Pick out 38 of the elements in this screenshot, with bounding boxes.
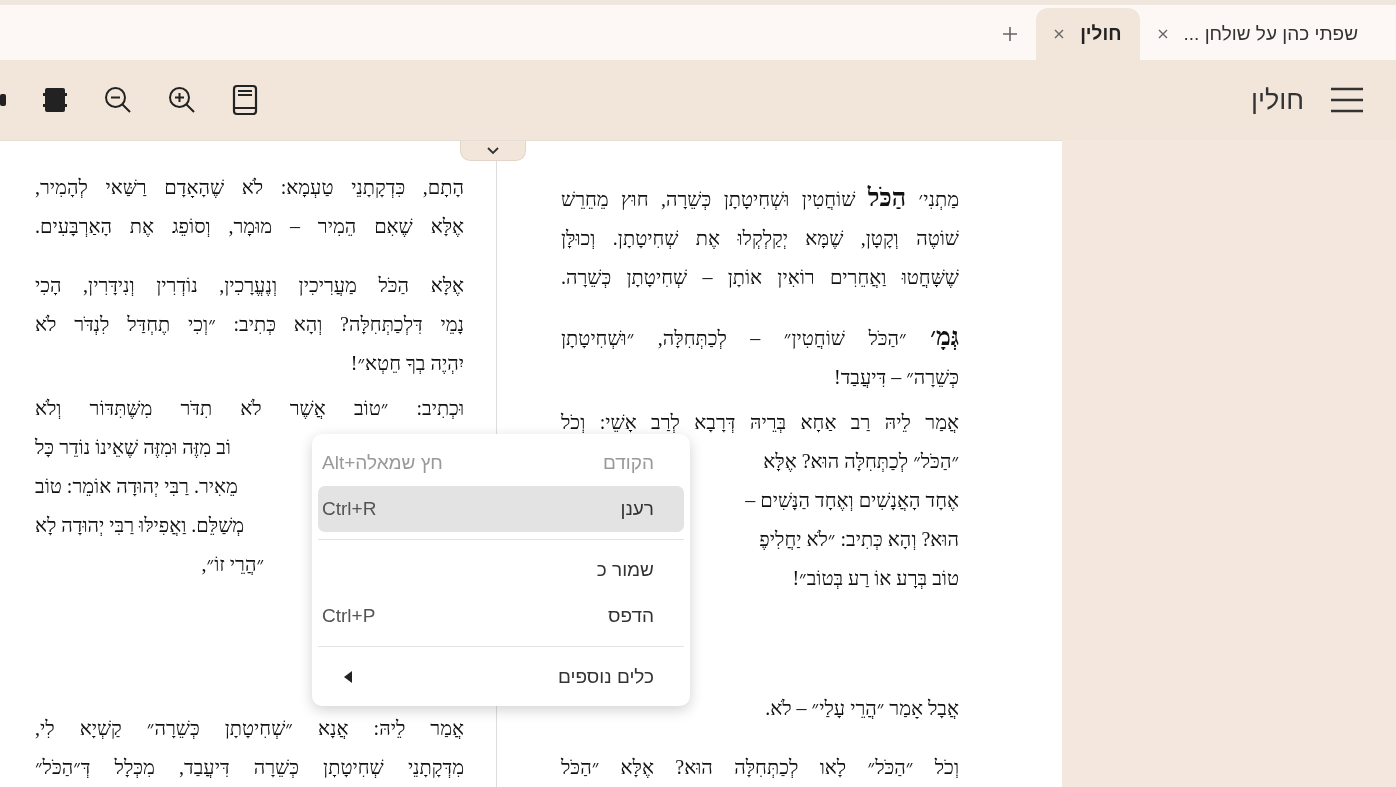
text-line: מִדְּקָתָנֵי שְׁחִיטָתָן כְּשֵׁרָה דִּיעֲבַד, מִכְּלָל דְּ״הַכֹּל״: [35, 755, 464, 780]
menu-item[interactable]: שמור כ: [318, 547, 684, 593]
tab[interactable]: שפתי כהן על שולחן ...: [1139, 8, 1376, 60]
text-line: מֵאִיר. רַבִּי יְהוּדָה אוֹמֵר: טוֹב: [35, 474, 238, 499]
text-line: ״הַכֹּל״ לְכַתְּחִלָּה הוּא? אֶלָּא: [763, 449, 959, 474]
menu-icon[interactable]: [1330, 87, 1364, 113]
collapse-button[interactable]: [460, 141, 526, 161]
document-title: חולין: [1250, 84, 1304, 116]
text-line: הוּא? וְהָא כְּתִיב: ״לֹא יַחֲלִיפֶ: [759, 527, 959, 552]
book-icon[interactable]: [232, 84, 258, 116]
text-line: ״הֲרֵי זוֹ״,: [201, 552, 264, 577]
text-line: גְּמָ׳ ״הַכֹּל שׁוֹחֲטִין״ – לְכַתְּחִלָּה, ״וּשְׁחִיטָתָן: [561, 322, 959, 352]
text-line: הָתָם, כִּדְקָתָנֵי טַעְמָא: לֹא שֶׁהָאָדָם רַשַּׁאי לְהָמִיר,: [35, 175, 464, 200]
text-line: אֲמַר לֵיהּ: אֲנָא ״שְׁחִיטָתָן כְּשֵׁרָה״ קַשְׁיָא לִי,: [35, 716, 464, 741]
text-line: אֶלָּא שֶׁאִם הֵמִיר – מוּמָר, וְסוֹפֵג אֶת הָאַרְבָּעִים.: [35, 214, 464, 239]
text-line: טוֹב בְּרָע אוֹ רַע בְּטוֹב״!: [792, 566, 959, 591]
text-line: יִהְיֶה בְךָ חֵטְא״!: [350, 351, 464, 376]
zoom-out-icon[interactable]: [104, 86, 132, 114]
close-icon[interactable]: [1157, 29, 1168, 39]
text-line: אֶחָד הָאֲנָשִׁים וְאֶחָד הַנָּשִׁים –: [745, 488, 959, 513]
text-line: וּכְתִיב: ״טוֹב אֲשֶׁר לֹא תִדֹּר מִשֶּׁתִּדּוֹר וְלֹא: [35, 396, 464, 421]
text-line: אֶלָּא הַכֹּל מַעֲרִיכִין וְנֶעֱרָכִין, נוֹדְרִין וְנִידָּרִין, הָכִי: [35, 273, 464, 298]
text-line: שׁוֹטֶה וְקָטָן, שֶׁמָּא יְקַלְקְלוּ אֶת שְׁחִיטָתָן. וְכוּלָּן: [561, 226, 959, 251]
submenu-arrow-icon: [344, 671, 352, 683]
text-line: נָמֵי דִּלְכַתְּחִלָּה? וְהָא כְּתִיב: ״וְכִי תֶחְדַּל לִנְדֹּר לֹא: [35, 312, 464, 337]
menu-item[interactable]: כלים נוספים: [318, 654, 684, 700]
tab[interactable]: חולין: [1036, 8, 1140, 60]
text-line: כְּשֵׁרָה״ – דִּיעֲבַד!: [834, 365, 959, 390]
text-line: אֲמַר לֵיהּ רַב אַחָא בְּרֵיהּ דְּרָבָא לְרַב אָשֵׁי: וְכֹל: [561, 410, 959, 435]
text-line: וְכֹל ״הַכֹּל״ לָאו לְכַתְּחִלָּה הוּא? אֶלָּא ״הַכֹּל: [561, 755, 959, 780]
zoom-in-icon[interactable]: [168, 86, 196, 114]
text-line: וֹב מִזֶּה וּמִזֶּה שֶׁאֵינוֹ נוֹדֵר כָּל: [35, 435, 231, 460]
chevron-down-icon: [487, 146, 499, 155]
text-line: מְשַׁלֵּם. וַאֲפִילּוּ רַבִּי יְהוּדָה לָא: [35, 513, 245, 538]
text-line: מַתְנִי׳ הַכֹּל שׁוֹחֲטִין וּשְׁחִיטָתָן כְּשֵׁרָה, חוּץ מֵחֵרֵשׁ: [561, 183, 959, 213]
text-line: אֲבָל אָמַר ״הֲרֵי עָלַי״ – לֹא.: [765, 696, 959, 721]
text-line: שֶׁשָּׁחֲטוּ וַאֲחֵרִים רוֹאִין אוֹתָן – שְׁחִיטָתָן כְּשֵׁרָה.: [561, 265, 959, 290]
close-icon[interactable]: [1054, 29, 1065, 39]
